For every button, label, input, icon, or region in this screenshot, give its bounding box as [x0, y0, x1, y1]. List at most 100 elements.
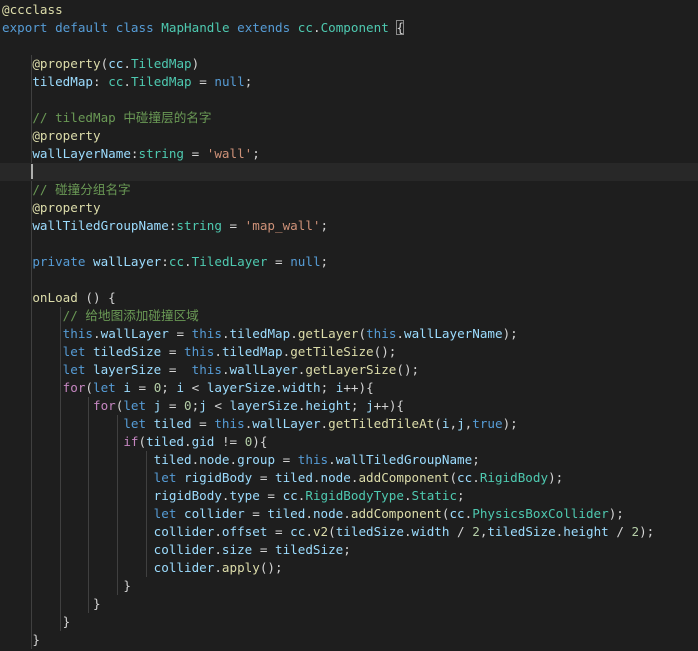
code-token: wallTiledGroupName: [335, 452, 473, 467]
code-line[interactable]: tiled.node.group = this.wallTiledGroupNa…: [0, 451, 698, 469]
code-line[interactable]: let tiled = this.wallLayer.getTiledTileA…: [0, 415, 698, 433]
code-token: .: [403, 524, 412, 539]
code-token: width: [282, 380, 321, 395]
code-line[interactable]: }: [0, 577, 698, 595]
code-token: =: [191, 416, 215, 431]
code-token: @property: [32, 56, 101, 71]
code-token: tiled: [153, 452, 192, 467]
code-token: tiledSize: [335, 524, 404, 539]
code-line[interactable]: collider.offset = cc.v2(tiledSize.width …: [0, 523, 698, 541]
code-token: addComponent: [350, 506, 442, 521]
code-token: ;: [252, 146, 260, 161]
code-token: ){: [252, 434, 268, 449]
code-token: =: [252, 542, 276, 557]
code-line[interactable]: for(let j = 0;j < layerSize.height; j++)…: [0, 397, 698, 415]
code-line[interactable]: for(let i = 0; i < layerSize.width; i++)…: [0, 379, 698, 397]
code-token: export: [2, 20, 48, 35]
code-token: :: [161, 254, 169, 269]
code-token: <: [184, 380, 207, 395]
code-token: {: [396, 20, 404, 35]
code-line[interactable]: // 碰撞分组名字: [0, 181, 698, 199]
code-token: i: [123, 380, 131, 395]
code-line[interactable]: }: [0, 631, 698, 649]
code-token: .: [312, 20, 321, 35]
code-token: tiled: [275, 470, 313, 485]
code-token: wallLayer: [252, 416, 321, 431]
code-line[interactable]: tiledMap: cc.TiledMap = null;: [0, 73, 698, 91]
code-line[interactable]: // tiledMap 中碰撞层的名字: [0, 109, 698, 127]
code-token: .: [93, 326, 101, 341]
code-token: null: [214, 74, 245, 89]
code-line[interactable]: let collider = tiled.node.addComponent(c…: [0, 505, 698, 523]
code-token: 'map_wall': [244, 218, 321, 233]
code-token: wallTiledGroupName: [32, 218, 169, 233]
code-line[interactable]: @property(cc.TiledMap): [0, 55, 698, 73]
code-token: cc: [282, 488, 298, 503]
code-line[interactable]: let layerSize = this.wallLayer.getLayerS…: [0, 361, 698, 379]
code-line[interactable]: rigidBody.type = cc.RigidBodyType.Static…: [0, 487, 698, 505]
code-token: onLoad: [32, 290, 78, 305]
code-token: .: [123, 74, 131, 89]
code-line[interactable]: this.wallLayer = this.tiledMap.getLayer(…: [0, 325, 698, 343]
code-line[interactable]: if(tiled.gid != 0){: [0, 433, 698, 451]
code-token: getTileSize: [290, 344, 374, 359]
code-line[interactable]: }: [0, 595, 698, 613]
code-token: wallLayer: [229, 362, 298, 377]
code-token: TiledLayer: [191, 254, 268, 269]
code-token: type: [229, 488, 260, 503]
code-token: this: [214, 416, 245, 431]
code-line[interactable]: export default class MapHandle extends c…: [0, 19, 698, 37]
code-token: ;: [457, 488, 465, 503]
code-line[interactable]: [0, 37, 698, 55]
code-token: cc: [297, 20, 313, 35]
code-token: let: [62, 344, 86, 359]
code-token: ): [191, 56, 200, 71]
code-token: ();: [396, 362, 420, 377]
code-editor[interactable]: @ccclass export default class MapHandle e…: [0, 0, 698, 651]
code-token: .: [214, 542, 222, 557]
code-line[interactable]: collider.size = tiledSize;: [0, 541, 698, 559]
code-line[interactable]: // 给地图添加碰撞区域: [0, 307, 698, 325]
code-line[interactable]: [0, 91, 698, 109]
code-token: addComponent: [358, 470, 450, 485]
code-token: ;: [320, 218, 329, 233]
code-token: i: [176, 380, 185, 395]
code-line[interactable]: onLoad () {: [0, 289, 698, 307]
code-token: .: [184, 254, 192, 269]
code-line[interactable]: private wallLayer:cc.TiledLayer = null;: [0, 253, 698, 271]
code-token: cc: [290, 524, 306, 539]
code-token: Component: [320, 20, 389, 35]
code-line[interactable]: let tiledSize = this.tiledMap.getTileSiz…: [0, 343, 698, 361]
code-token: j: [199, 398, 207, 413]
code-line[interactable]: [0, 235, 698, 253]
code-token: extends: [237, 20, 291, 35]
code-line[interactable]: @ccclass: [0, 1, 698, 19]
code-line[interactable]: wallLayerName:string = 'wall';: [0, 145, 698, 163]
code-line[interactable]: }: [0, 613, 698, 631]
code-line[interactable]: wallTiledGroupName:string = 'map_wall';: [0, 217, 698, 235]
code-line[interactable]: @property: [0, 127, 698, 145]
code-line[interactable]: [0, 271, 698, 289]
code-line[interactable]: [0, 163, 698, 181]
code-token: RigidBodyType: [305, 488, 404, 503]
code-line[interactable]: collider.apply();: [0, 559, 698, 577]
code-token: (: [328, 524, 336, 539]
code-token: tiledSize: [275, 542, 344, 557]
code-line[interactable]: @property: [0, 199, 698, 217]
code-line[interactable]: let rigidBody = tiled.node.addComponent(…: [0, 469, 698, 487]
